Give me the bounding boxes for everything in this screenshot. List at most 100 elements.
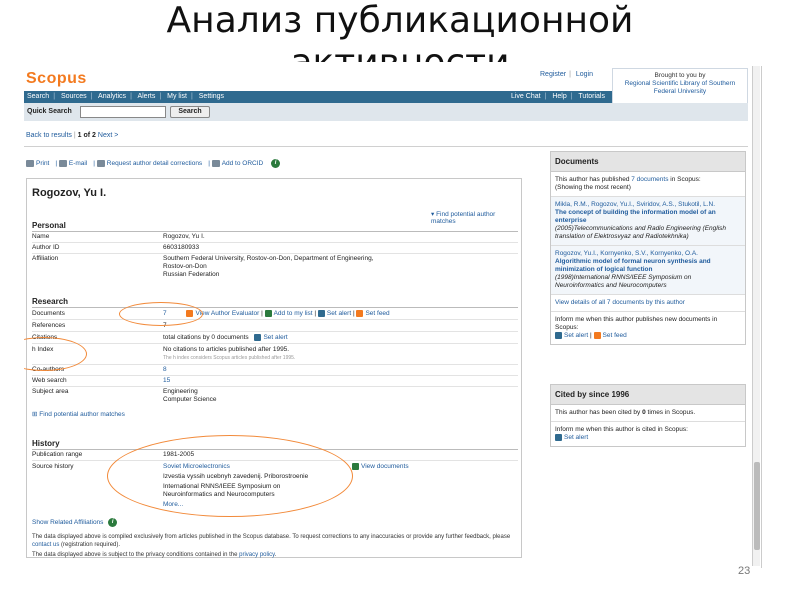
nav-my-list[interactable]: My list — [167, 93, 187, 100]
contact-us-link[interactable]: contact us — [32, 542, 59, 548]
nav-alerts[interactable]: Alerts — [137, 93, 155, 100]
alert-icon — [555, 434, 562, 441]
disclaimer-registration: (registration required). — [59, 542, 121, 548]
disclaimer: The data displayed above is compiled exc… — [32, 533, 522, 549]
vertical-scrollbar[interactable] — [752, 66, 760, 566]
add-orcid-action[interactable]: Add to ORCID — [211, 160, 267, 168]
next-link[interactable]: Next > — [98, 132, 118, 139]
documents-icon — [352, 463, 359, 470]
login-link[interactable]: Login — [576, 71, 593, 78]
h-index-text: No citations to articles published after… — [163, 346, 290, 353]
rss-icon — [593, 332, 601, 339]
author-evaluator-label: View Author Evaluator — [195, 310, 260, 318]
affiliation-label: Affiliation — [32, 255, 59, 262]
nav-help[interactable]: Help — [552, 93, 566, 100]
results-navigation: Back to results | 1 of 2 Next > — [26, 132, 119, 139]
documents-intro: This author has published 7 documents in… — [551, 172, 745, 197]
highlight-documents — [119, 302, 203, 326]
documents-set-alert-link[interactable]: Set alert — [555, 332, 588, 339]
view-all-documents-link[interactable]: View details of all 7 documents by this … — [555, 299, 685, 306]
documents-set-feed-label: Set feed — [602, 332, 627, 340]
print-action[interactable]: Print — [26, 160, 52, 167]
edit-icon — [96, 160, 105, 167]
add-orcid-label: Add to ORCID — [221, 160, 264, 168]
print-label: Print — [36, 160, 50, 168]
alert-icon — [555, 332, 562, 339]
set-alert-link[interactable]: Set alert — [317, 310, 352, 318]
documents-panel-heading: Documents — [551, 152, 745, 172]
find-matches-link[interactable]: ⊞ Find potential author matches — [32, 411, 125, 418]
scrollbar-thumb[interactable] — [754, 462, 760, 550]
email-action[interactable]: E-mail — [58, 160, 90, 167]
h-index-row: h Index No citations to articles publish… — [32, 346, 518, 365]
history-heading: History — [32, 439, 60, 448]
subject-area-row: Subject area Engineering Computer Scienc… — [32, 388, 518, 406]
register-link[interactable]: Register — [540, 71, 566, 78]
subject-area-value: Engineering Computer Science — [163, 388, 216, 404]
documents-set-feed-link[interactable]: Set feed — [593, 332, 627, 340]
coauthors-link[interactable]: 8 — [163, 366, 167, 374]
nav-tutorials[interactable]: Tutorials — [578, 93, 605, 100]
cited-by-text-c: times in Scopus. — [645, 409, 696, 416]
privacy-note-end: . — [274, 552, 277, 558]
nav-settings[interactable]: Settings — [199, 93, 224, 100]
related-affiliations-row: Show Related Affiliations i — [32, 518, 518, 528]
nav-search[interactable]: Search — [27, 93, 49, 100]
find-matches-link-top[interactable]: ▾ Find potential author matches — [431, 210, 521, 225]
print-icon — [26, 160, 34, 167]
nav-sources[interactable]: Sources — [61, 93, 87, 100]
back-to-results-link[interactable]: Back to results — [26, 132, 72, 139]
quick-search-label: Quick Search — [27, 108, 72, 115]
find-matches-label: Find potential author matches — [431, 211, 496, 225]
set-alert-label: Set alert — [326, 310, 352, 318]
cited-set-alert-link[interactable]: Set alert — [555, 434, 588, 441]
references-label: References — [32, 322, 66, 329]
cited-by-text: This author has been cited by 0 times in… — [551, 405, 745, 422]
envelope-icon — [58, 160, 67, 167]
author-id-label: Author ID — [32, 244, 60, 251]
scopus-logo[interactable]: Scopus — [26, 70, 87, 88]
documents-inform-text: Inform me when this author publishes new… — [555, 316, 718, 331]
view-documents-link[interactable]: View documents — [352, 463, 409, 471]
search-button[interactable]: Search — [170, 106, 210, 118]
h-index-note: The h index considers Scopus articles pu… — [163, 355, 296, 361]
find-matches-row[interactable]: ⊞ Find potential author matches — [32, 411, 518, 421]
document-authors[interactable]: Rogozov, Yu.I., Kornyenko, S.V., Kornyen… — [555, 250, 698, 257]
brought-org[interactable]: Regional Scientific Library of Southern … — [613, 80, 747, 96]
author-id-row: Author ID 6603180933 — [32, 244, 518, 254]
documents-count-link-side[interactable]: 7 documents — [631, 176, 668, 183]
documents-intro-b: in Scopus: — [668, 176, 701, 183]
citations-alert-link[interactable]: Set alert — [254, 334, 288, 341]
subject-engineering: Engineering — [163, 388, 198, 395]
web-search-link[interactable]: 15 — [163, 377, 170, 385]
document-title[interactable]: The concept of building the information … — [555, 209, 716, 224]
personal-heading: Personal — [32, 221, 66, 230]
affiliation-line2: Rostov-on-Don — [163, 263, 207, 270]
document-title[interactable]: Algorithmic model of formal neuron synth… — [555, 258, 711, 273]
set-feed-link[interactable]: Set feed — [356, 310, 390, 317]
add-to-list-label: Add to my list — [273, 310, 313, 318]
name-label: Name — [32, 233, 50, 240]
info-icon[interactable]: i — [271, 159, 281, 168]
request-corrections-action[interactable]: Request author detail corrections — [96, 160, 205, 167]
document-item[interactable]: Mikla, R.M., Rogozov, Yu.I., Sviridov, A… — [551, 197, 745, 246]
coauthors-row: Co-authors 8 — [32, 366, 518, 376]
documents-intro-c: (Showing the most recent) — [555, 184, 631, 191]
document-item[interactable]: Rogozov, Yu.I., Kornyenko, S.V., Kornyen… — [551, 246, 745, 295]
document-authors[interactable]: Mikla, R.M., Rogozov, Yu.I., Sviridov, A… — [555, 201, 715, 208]
top-links: Register | Login — [540, 71, 593, 78]
show-related-affiliations-link[interactable]: Show Related Affiliations — [32, 519, 103, 526]
affiliation-line1: Southern Federal University, Rostov-on-D… — [163, 255, 374, 262]
web-search-label: Web search — [32, 377, 67, 384]
view-documents-label: View documents — [361, 463, 409, 471]
highlight-source-history — [107, 435, 353, 517]
documents-intro-a: This author has published — [555, 176, 632, 183]
privacy-policy-link[interactable]: privacy policy — [239, 552, 275, 558]
info-icon[interactable]: i — [108, 518, 118, 527]
disclaimer-please: please — [492, 534, 511, 540]
nav-analytics[interactable]: Analytics — [98, 93, 126, 100]
add-to-list-link[interactable]: Add to my list — [264, 310, 313, 318]
nav-live-chat[interactable]: Live Chat — [511, 93, 541, 100]
quick-search-input[interactable] — [80, 106, 166, 118]
author-id-value: 6603180933 — [163, 244, 200, 251]
